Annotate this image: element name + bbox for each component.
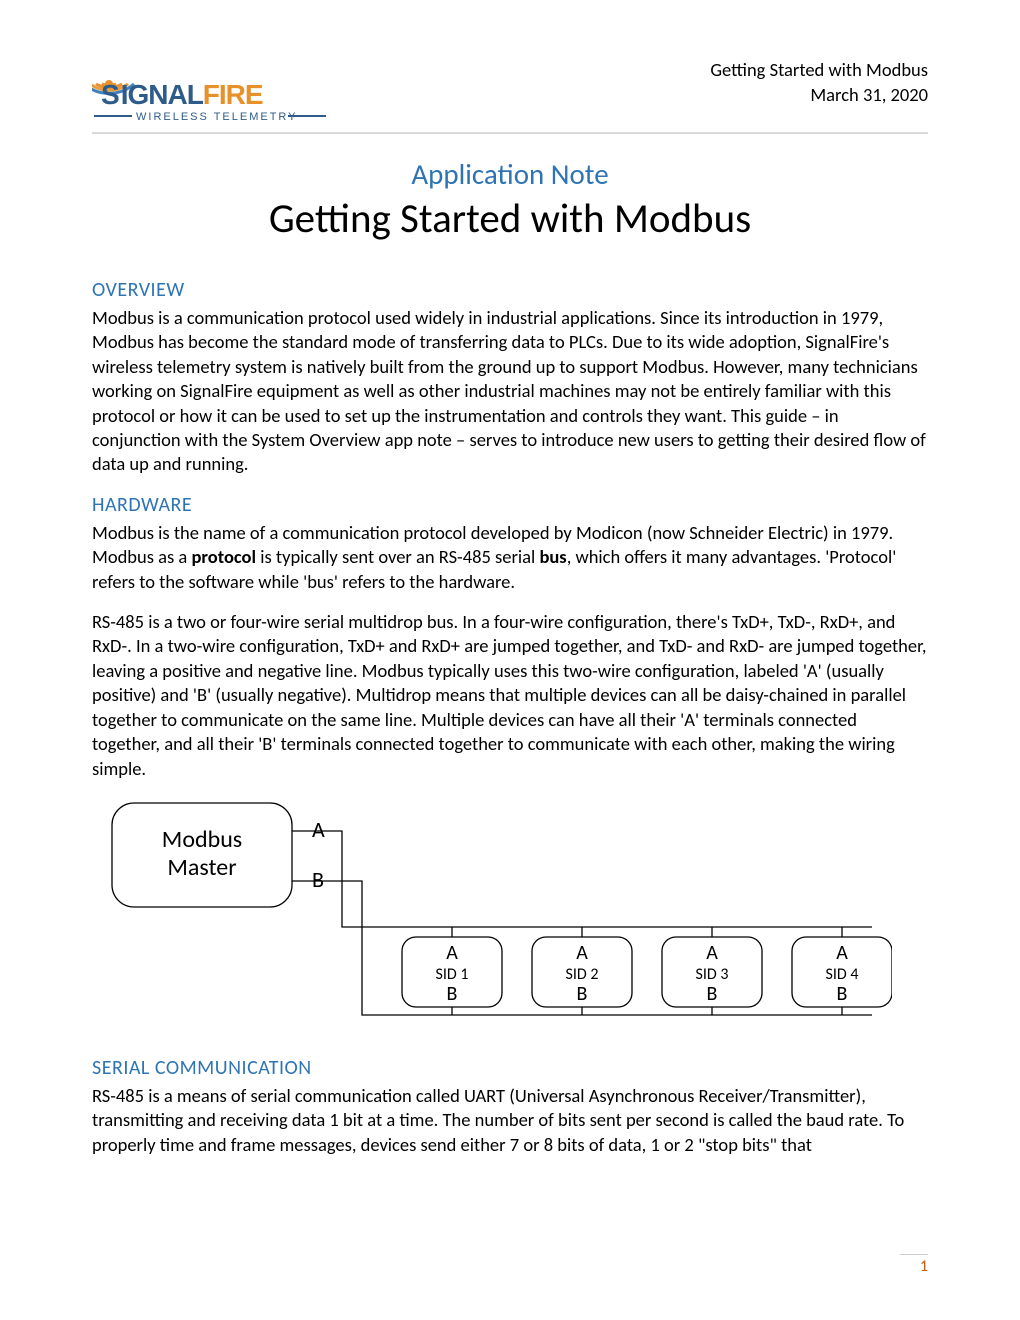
diagram-master-a: A (312, 816, 325, 843)
diagram-master-l1: Modbus (162, 825, 242, 854)
page-number: 1 (920, 1257, 928, 1276)
hardware-paragraph-2: RS-485 is a two or four-wire serial mult… (92, 610, 928, 781)
diagram-sid2-b: B (577, 982, 588, 1006)
header-divider (92, 132, 928, 134)
diagram-sid2-a: A (576, 941, 588, 965)
hardware-paragraph-1: Modbus is the name of a communication pr… (92, 521, 928, 594)
diagram-master-l2: Master (167, 853, 236, 882)
logo: SIGNALFIRE WIRELESS TELEMETRY (92, 40, 332, 122)
svg-text:SIGNALFIRE: SIGNALFIRE (101, 79, 263, 110)
logo-tagline: WIRELESS TELEMETRY (136, 111, 298, 122)
header-doc-title: Getting Started with Modbus (710, 58, 928, 83)
diagram-sid3-b: B (707, 982, 718, 1006)
diagram-sid4-a: A (836, 941, 848, 965)
serial-paragraph-1: RS-485 is a means of serial communicatio… (92, 1084, 928, 1157)
logo-text-1: S (101, 79, 119, 110)
diagram-sid4-b: B (837, 982, 848, 1006)
overview-heading: OVERVIEW (92, 278, 928, 302)
diagram-sid3-a: A (706, 941, 718, 965)
hw-p1-c: is typically sent over an RS-485 serial (256, 545, 539, 568)
footer-rule (900, 1254, 928, 1255)
hw-p1-d: bus (539, 545, 566, 568)
modbus-topology-diagram: Modbus Master A B A SID 1 B A SID 2 B A (102, 797, 928, 1032)
page-header: SIGNALFIRE WIRELESS TELEMETRY Getting St… (92, 40, 928, 122)
hw-p1-b: protocol (191, 545, 256, 568)
diagram-sid1-a: A (446, 941, 458, 965)
overview-paragraph: Modbus is a communication protocol used … (92, 306, 928, 477)
hardware-heading: HARDWARE (92, 493, 928, 517)
page-footer: 1 (900, 1254, 928, 1276)
header-date: March 31, 2020 (710, 83, 928, 108)
page-title: Getting Started with Modbus (92, 194, 928, 244)
diagram-master-b: B (312, 866, 324, 893)
app-note-label: Application Note (92, 156, 928, 192)
diagram-sid1-b: B (447, 982, 458, 1006)
signalfire-logo-icon: SIGNALFIRE WIRELESS TELEMETRY (92, 40, 332, 122)
header-meta: Getting Started with Modbus March 31, 20… (710, 40, 928, 108)
serial-heading: SERIAL COMMUNICATION (92, 1056, 928, 1080)
